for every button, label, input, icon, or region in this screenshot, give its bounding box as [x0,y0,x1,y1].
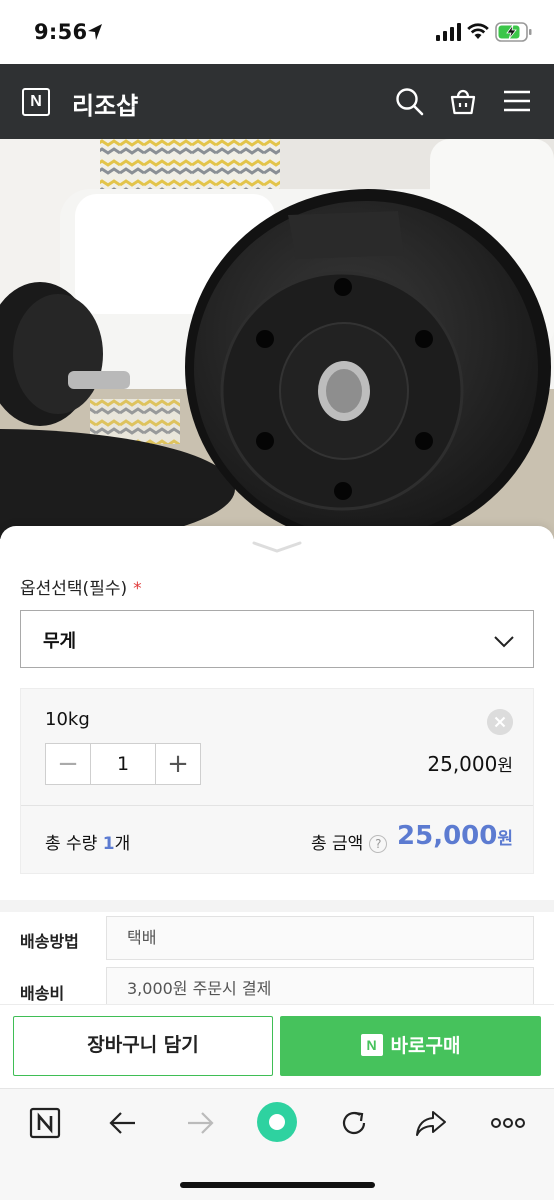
delivery-fee-label: 배송비 [20,984,65,1003]
green-dot-icon[interactable] [256,1101,298,1143]
total-amount-label: 총 금액? [311,829,388,854]
selected-option-name: 10kg [45,709,90,730]
app-header: N 리조샵 [0,64,554,139]
signal-icon [436,23,461,41]
forward-icon[interactable] [184,1107,216,1139]
search-icon[interactable] [394,86,424,116]
share-icon[interactable] [415,1107,447,1139]
buy-now-label: 바로구매 [390,1035,461,1057]
weight-select[interactable]: 무게 [20,610,534,668]
more-icon[interactable] [490,1107,526,1139]
location-arrow-icon [88,24,102,40]
total-amount-value: 25,000 [397,821,498,851]
total-qty-prefix: 총 수량 [45,834,103,854]
shopping-bag-icon[interactable] [448,86,478,116]
quantity-stepper: − 1 + [45,743,201,785]
quantity-increase-button[interactable]: + [155,744,200,784]
product-photo-illustration [0,139,554,539]
item-price-value: 25,000 [427,752,498,776]
wifi-icon [467,23,489,39]
total-amount-label-text: 총 금액 [311,834,364,854]
option-label-text: 옵션선택(필수) [20,579,128,599]
total-amount: 25,000원 [397,821,513,851]
store-name[interactable]: 리조샵 [72,86,138,121]
delivery-method-value: 택배 [106,916,534,960]
item-price-currency: 원 [497,756,513,776]
total-qty-value: 1 [102,834,115,854]
status-bar: 9:56 [0,0,554,64]
select-value: 무게 [43,631,77,652]
refresh-icon[interactable] [338,1107,370,1139]
buy-now-button[interactable]: N 바로구매 [280,1016,541,1076]
battery-charging-icon [495,22,532,42]
total-qty-suffix: 개 [114,834,131,854]
selected-option-item: 10kg − 1 + 25,000원 총 수량 1개 총 금액? 25,000원 [20,688,534,874]
total-quantity: 총 수량 1개 [45,829,130,854]
purchase-bar: 장바구니 담기 N 바로구매 [0,1004,554,1088]
naver-logo-icon[interactable]: N [22,88,50,116]
status-time: 9:56 [34,20,88,44]
quantity-decrease-button[interactable]: − [46,744,91,784]
section-divider [0,900,554,912]
total-amount-currency: 원 [497,829,513,849]
close-icon[interactable] [487,709,513,735]
sheet-collapse-handle-icon[interactable] [252,540,302,554]
option-label: 옵션선택(필수) * [20,574,142,599]
home-indicator [180,1182,375,1188]
required-mark: * [133,579,142,599]
menu-icon[interactable] [502,86,532,116]
quantity-value[interactable]: 1 [91,744,155,784]
back-icon[interactable] [107,1107,139,1139]
help-icon[interactable]: ? [369,835,388,853]
delivery-method-label: 배송방법 [20,932,79,951]
item-price: 25,000원 [427,751,513,776]
naver-home-icon[interactable] [29,1107,61,1139]
divider [21,805,533,806]
chevron-down-icon [494,636,514,648]
product-image [0,139,554,539]
add-to-cart-button[interactable]: 장바구니 담기 [13,1016,273,1076]
naver-pay-icon: N [360,1034,383,1056]
